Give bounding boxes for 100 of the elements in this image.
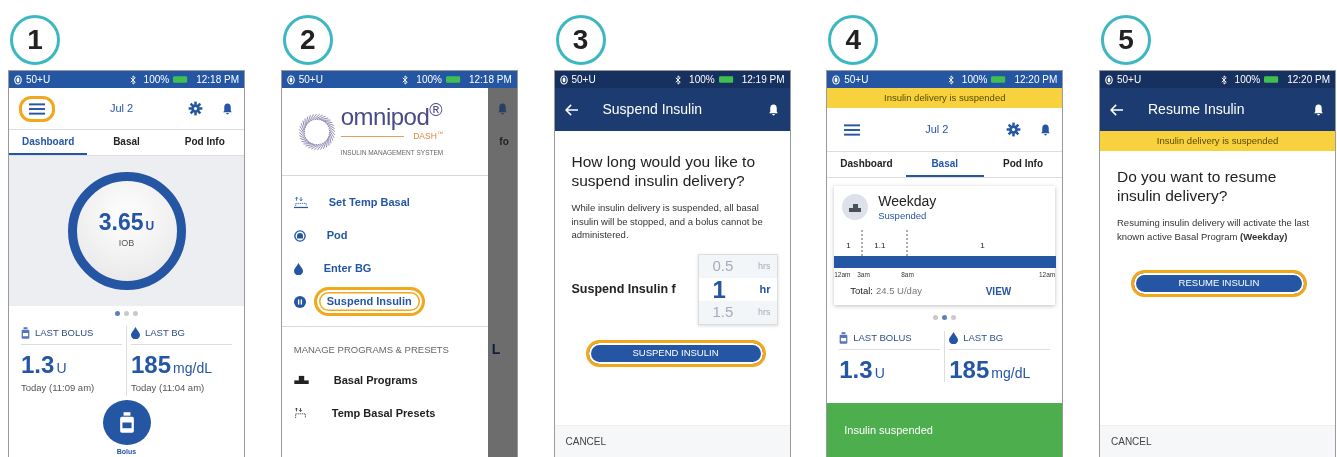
battery-text: 100%	[143, 73, 170, 87]
primary-button[interactable]: SUSPEND INSULIN	[585, 339, 766, 367]
time-text: 12:18 PM	[468, 73, 512, 87]
time-text: 12:20 PM	[1287, 73, 1330, 87]
battery-icon	[1264, 76, 1280, 83]
cancel-button[interactable]: CANCEL	[1100, 425, 1335, 457]
basal-program-icon	[842, 194, 869, 220]
back-icon[interactable]	[1110, 103, 1124, 116]
battery-text: 100%	[1234, 73, 1261, 87]
cancel-button[interactable]: CANCEL	[554, 425, 790, 457]
duration-label: Suspend Insulin f	[571, 281, 677, 299]
iob-label: IOB	[118, 237, 135, 251]
battery-icon	[445, 76, 461, 83]
question-heading: Do you want to resume insulin delivery?	[1117, 168, 1278, 206]
menu-item[interactable]: Basal Programs	[320, 365, 431, 394]
bottle-icon	[839, 331, 849, 344]
step-number: 5	[1101, 15, 1151, 65]
alert-banner: Insulin delivery is suspended	[1100, 131, 1335, 151]
total-value: 24.5 U/day	[875, 284, 923, 298]
bluetooth-icon	[402, 74, 409, 85]
pod-icon	[559, 74, 568, 85]
primary-button[interactable]: RESUME INSULIN	[1131, 269, 1307, 297]
settings-icon[interactable]	[1006, 122, 1022, 137]
view-button[interactable]: VIEW	[985, 283, 1012, 299]
logo-name: omnipod$^{®}$	[340, 105, 444, 130]
toast-message: Insulin suspended	[827, 403, 1063, 457]
description-text: While insulin delivery is suspended, all basal insulin will be stopped, and a bolus cannot be administered.	[571, 200, 764, 243]
background-text: L	[491, 340, 501, 359]
drop-icon	[293, 262, 303, 275]
reservoir-text: 50+U	[1117, 73, 1142, 87]
reservoir-text: 50+U	[844, 73, 869, 87]
tab[interactable]: Basal	[905, 152, 984, 177]
drop-icon	[131, 327, 140, 340]
time-text: 12:18 PM	[196, 73, 239, 87]
alert-banner: Insulin delivery is suspended	[827, 88, 1063, 108]
bluetooth-icon	[947, 74, 954, 85]
back-icon[interactable]	[564, 103, 579, 116]
pod-icon	[293, 229, 306, 242]
pod-icon	[832, 74, 841, 85]
tab[interactable]: Pod Info	[165, 130, 244, 155]
stat-time: Today (11:04 am)	[131, 381, 206, 396]
bell-icon[interactable]	[221, 101, 234, 116]
stat-label: LAST BG	[963, 330, 1004, 345]
pause-icon	[293, 295, 306, 308]
page-dot[interactable]	[942, 315, 948, 321]
menu-icon	[844, 123, 861, 136]
settings-icon[interactable]	[188, 101, 203, 116]
iob-value: 3.65 U	[98, 211, 155, 235]
stat-label: LAST BOLUS	[853, 330, 912, 345]
pod-icon	[286, 74, 295, 85]
question-heading: How long would you like to suspend insulin delivery?	[571, 153, 757, 191]
page-dot[interactable]	[951, 315, 957, 321]
date-label: Jul 2	[108, 101, 135, 117]
time-text: 12:20 PM	[1014, 73, 1058, 87]
battery-text: 100%	[961, 73, 988, 87]
duration-picker[interactable]: 0.5 hrs 1 hr 1.5 hrs	[697, 254, 778, 326]
bluetooth-icon	[1220, 74, 1227, 85]
bluetooth-icon	[675, 74, 682, 85]
tab[interactable]: Pod Info	[983, 152, 1063, 177]
page-dot[interactable]	[115, 310, 120, 316]
picker-option[interactable]: 1 hr	[698, 278, 777, 302]
battery-icon	[173, 76, 189, 83]
screen-title: Resume Insulin	[1147, 100, 1246, 119]
battery-text: 100%	[416, 73, 442, 87]
stat-time: Today (11:09 am)	[21, 381, 96, 396]
menu-icon	[29, 102, 45, 115]
menu-item[interactable]: Set Temp Basal	[315, 188, 423, 217]
menu-item[interactable]: Enter BG	[310, 254, 385, 283]
program-name: Weekday	[878, 194, 937, 210]
rate-label: 1.1	[874, 239, 886, 252]
rate-label: 1	[846, 239, 851, 252]
bottle-icon	[118, 411, 135, 433]
section-heading: MANAGE PROGRAMS & PRESETS	[292, 343, 450, 357]
temp-basal-icon	[293, 196, 308, 209]
screen-title: Suspend Insulin	[601, 100, 704, 119]
stat-label: LAST BG	[145, 326, 185, 340]
page-dot[interactable]	[133, 310, 138, 316]
menu-button[interactable]	[19, 95, 55, 122]
rate-label: 1	[980, 239, 985, 252]
battery-icon	[718, 76, 734, 83]
stat-label: LAST BOLUS	[35, 326, 94, 340]
tab[interactable]: Dashboard	[827, 152, 906, 177]
reservoir-text: 50+U	[26, 73, 51, 87]
tab[interactable]: Basal	[87, 130, 166, 155]
page-dot[interactable]	[933, 315, 939, 321]
reservoir-text: 50+U	[571, 73, 596, 87]
total-label: Total:	[850, 284, 873, 298]
menu-item[interactable]: Suspend Insulin	[313, 287, 425, 316]
page-dot[interactable]	[124, 310, 129, 316]
bell-icon[interactable]	[1312, 102, 1325, 117]
menu-item[interactable]: Pod	[313, 221, 361, 250]
background-text: fo	[499, 135, 509, 149]
step-number: 2	[282, 15, 333, 65]
step-number: 4	[828, 15, 879, 65]
stat-value: 185 mg/dL	[949, 357, 1032, 382]
menu-item[interactable]: Temp Basal Presets	[318, 398, 449, 427]
description-text: Resuming insulin delivery will activate the last known active Basal Program (Weekday)	[1117, 215, 1311, 244]
date-label: Jul 2	[924, 122, 950, 138]
stat-value: 1.3 U	[839, 357, 886, 382]
program-status: Suspended	[878, 209, 928, 224]
